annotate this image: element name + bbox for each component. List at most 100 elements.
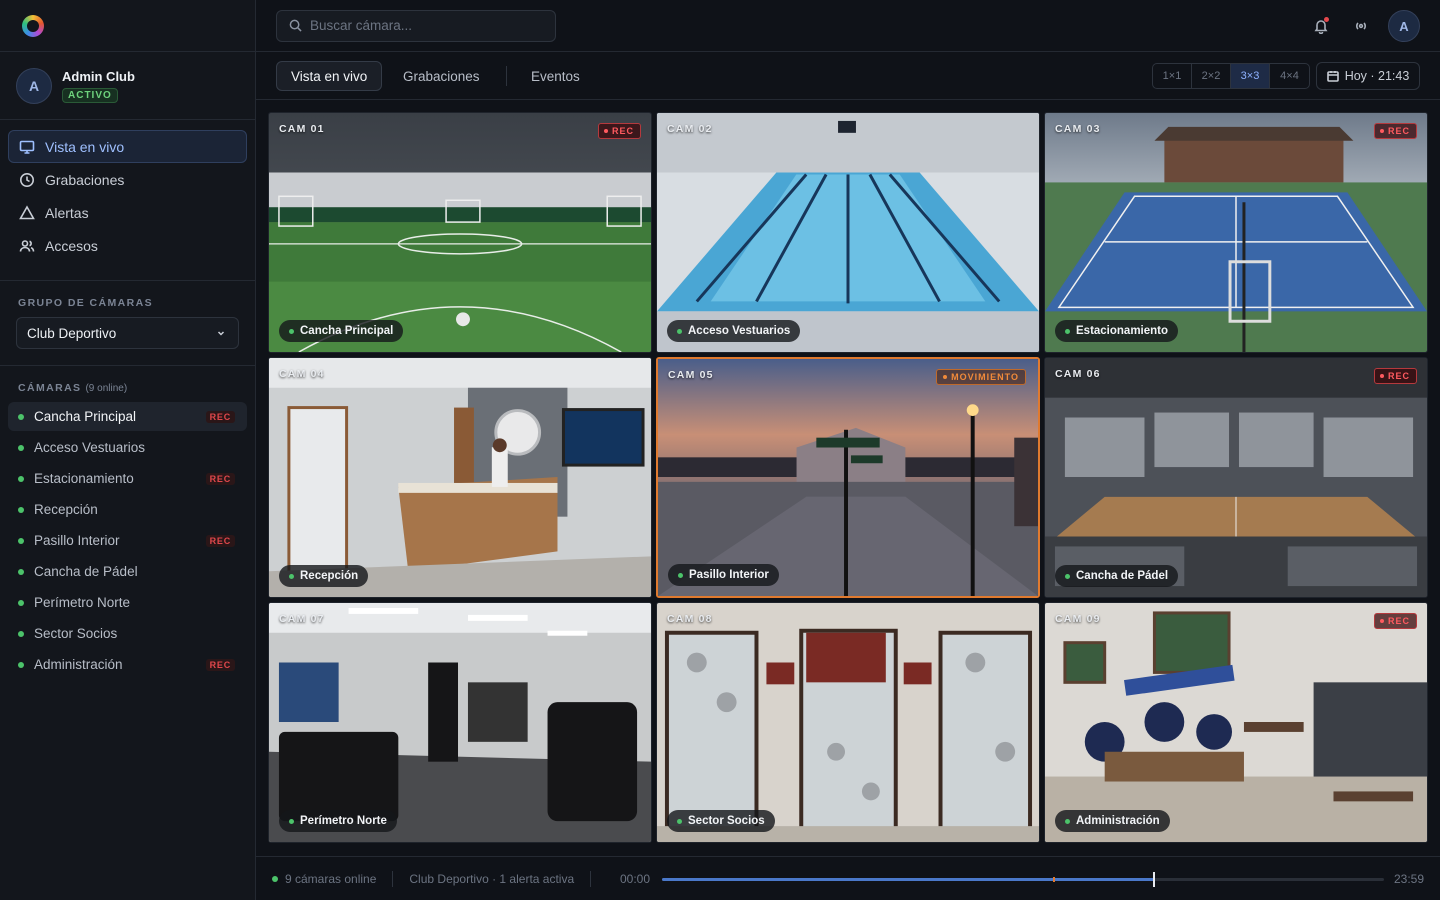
status-summary: Club Deportivo · 1 alerta activa xyxy=(409,871,575,886)
camera-list-name: Pasillo Interior xyxy=(34,533,120,548)
camera-label: Administración xyxy=(1055,810,1170,832)
status-divider xyxy=(590,870,592,887)
camera-label: Cancha Principal xyxy=(279,320,404,342)
motion-alert-badge: MOVIMIENTO xyxy=(936,369,1026,385)
rec-badge: REC xyxy=(1373,123,1417,139)
camera-label: Cancha de Pádel xyxy=(1055,565,1179,587)
layout-toggle: 1×1 2×2 3×3 4×4 xyxy=(1152,63,1310,89)
camera-list-item[interactable]: Estacionamiento REC xyxy=(8,464,247,493)
camera-tile[interactable]: CAM 09 REC Administración xyxy=(1044,602,1428,843)
timeline-event-marker[interactable] xyxy=(1053,877,1056,882)
camera-feed xyxy=(1045,358,1427,597)
camera-id: CAM 08 xyxy=(667,613,713,625)
camera-label: Recepción xyxy=(279,565,369,587)
camera-id: CAM 02 xyxy=(667,123,713,135)
nav-item-label: Alertas xyxy=(45,204,89,221)
timeline-end: 23:59 xyxy=(1393,872,1424,886)
camera-list-item[interactable]: Pasillo Interior REC xyxy=(8,526,247,555)
camera-list-item[interactable]: Acceso Vestuarios xyxy=(8,433,247,462)
camera-tile[interactable]: CAM 08 Sector Socios xyxy=(656,602,1040,843)
camera-list-name: Cancha de Pádel xyxy=(34,564,138,579)
logo-row xyxy=(0,0,255,52)
online-dot xyxy=(18,475,24,482)
camera-list-item[interactable]: Cancha Principal REC xyxy=(8,402,247,431)
user-name: Admin Club xyxy=(62,68,135,84)
calendar-icon xyxy=(1326,71,1339,82)
nav-item-alertas[interactable]: Alertas xyxy=(8,196,247,229)
camera-tile[interactable]: CAM 03 REC Estacionamiento xyxy=(1044,112,1428,353)
camera-feed xyxy=(657,113,1039,352)
tab-grabaciones[interactable]: Grabaciones xyxy=(389,61,494,91)
tab-vista-en-vivo[interactable]: Vista en vivo xyxy=(276,61,383,91)
search-box[interactable] xyxy=(276,9,556,42)
app-logo[interactable] xyxy=(22,14,44,37)
nav-item-vista-en-vivo[interactable]: Vista en vivo xyxy=(8,130,247,163)
camera-tile[interactable]: CAM 02 Acceso Vestuarios xyxy=(656,112,1040,353)
profile-avatar-button[interactable]: A xyxy=(1388,10,1420,42)
alert-triangle-icon xyxy=(19,204,35,219)
camera-label-text: Cancha de Pádel xyxy=(1076,570,1169,582)
top-actions: A xyxy=(1308,10,1420,42)
camera-label-text: Estacionamiento xyxy=(1076,325,1169,337)
camera-list-name: Acceso Vestuarios xyxy=(34,440,146,455)
user-card[interactable]: A Admin Club ACTIVO xyxy=(0,52,255,120)
camera-tile[interactable]: CAM 01 REC Cancha Principal xyxy=(268,112,652,353)
camera-id: CAM 09 xyxy=(1055,613,1101,625)
layout-1x1-button[interactable]: 1×1 xyxy=(1153,64,1192,88)
online-dot xyxy=(1065,328,1070,334)
layout-4x4-button[interactable]: 4×4 xyxy=(1270,64,1309,88)
camera-tile[interactable]: CAM 04 Recepción xyxy=(268,357,652,598)
rec-badge: REC xyxy=(205,534,235,547)
camera-label: Estacionamiento xyxy=(1055,320,1179,342)
camera-list-item[interactable]: Administración REC xyxy=(8,650,247,679)
cameras-online-count: (9 online) xyxy=(85,383,128,394)
date-picker-button[interactable]: Hoy · 21:43 xyxy=(1316,62,1420,90)
top-bar: A xyxy=(256,0,1440,52)
camera-group-label: GRUPO DE CÁMARAS xyxy=(18,297,153,309)
layout-3x3-button[interactable]: 3×3 xyxy=(1231,64,1270,88)
nav-item-accesos[interactable]: Accesos xyxy=(8,229,247,262)
camera-label-text: Acceso Vestuarios xyxy=(688,325,791,337)
online-dot xyxy=(677,818,682,824)
users-icon xyxy=(19,239,35,252)
camera-group-select[interactable]: Club Deportivo xyxy=(16,317,239,349)
user-avatar: A xyxy=(16,67,52,104)
rec-badge: REC xyxy=(205,658,235,671)
nav-item-grabaciones[interactable]: Grabaciones xyxy=(8,163,247,196)
search-icon xyxy=(289,19,302,32)
camera-list-item[interactable]: Cancha de Pádel xyxy=(8,557,247,586)
timeline-scrubber[interactable] xyxy=(662,872,1384,887)
nav-item-label: Vista en vivo xyxy=(45,138,125,155)
search-input[interactable] xyxy=(310,18,530,33)
camera-tile[interactable]: CAM 05 MOVIMIENTO Pasillo Interior xyxy=(656,357,1040,598)
rec-badge: REC xyxy=(1373,613,1417,629)
camera-id: CAM 05 xyxy=(668,369,714,381)
timeline-playhead[interactable] xyxy=(1153,872,1156,887)
timeline-start: 00:00 xyxy=(620,872,651,886)
camera-list-item[interactable]: Perímetro Norte xyxy=(8,588,247,617)
layout-2x2-button[interactable]: 2×2 xyxy=(1192,64,1231,88)
online-dot xyxy=(1065,573,1070,579)
camera-id: CAM 04 xyxy=(279,368,325,380)
online-dot xyxy=(18,444,24,451)
status-divider xyxy=(392,870,394,887)
camera-id: CAM 07 xyxy=(279,613,325,625)
camera-feed xyxy=(1045,113,1427,352)
camera-list-item[interactable]: Sector Socios xyxy=(8,619,247,648)
tab-eventos[interactable]: Eventos xyxy=(517,61,594,91)
online-dot xyxy=(678,572,683,578)
status-bar: 9 cámaras online Club Deportivo · 1 aler… xyxy=(256,856,1440,900)
online-dot xyxy=(18,568,24,575)
online-dot xyxy=(18,630,24,637)
online-dot xyxy=(272,875,278,882)
notifications-button[interactable] xyxy=(1308,13,1334,39)
rec-badge: REC xyxy=(205,472,235,485)
main-nav: Vista en vivo Grabaciones Alertas Acceso… xyxy=(0,120,255,270)
camera-tile[interactable]: CAM 07 Perímetro Norte xyxy=(268,602,652,843)
camera-id: CAM 06 xyxy=(1055,368,1101,380)
camera-tile[interactable]: CAM 06 REC Cancha de Pádel xyxy=(1044,357,1428,598)
app-root: A Admin Club ACTIVO Vista en vivo Grabac… xyxy=(0,0,1440,900)
camera-list-item[interactable]: Recepción xyxy=(8,495,247,524)
online-status: 9 cámaras online xyxy=(285,871,377,886)
broadcast-button[interactable] xyxy=(1348,13,1374,39)
